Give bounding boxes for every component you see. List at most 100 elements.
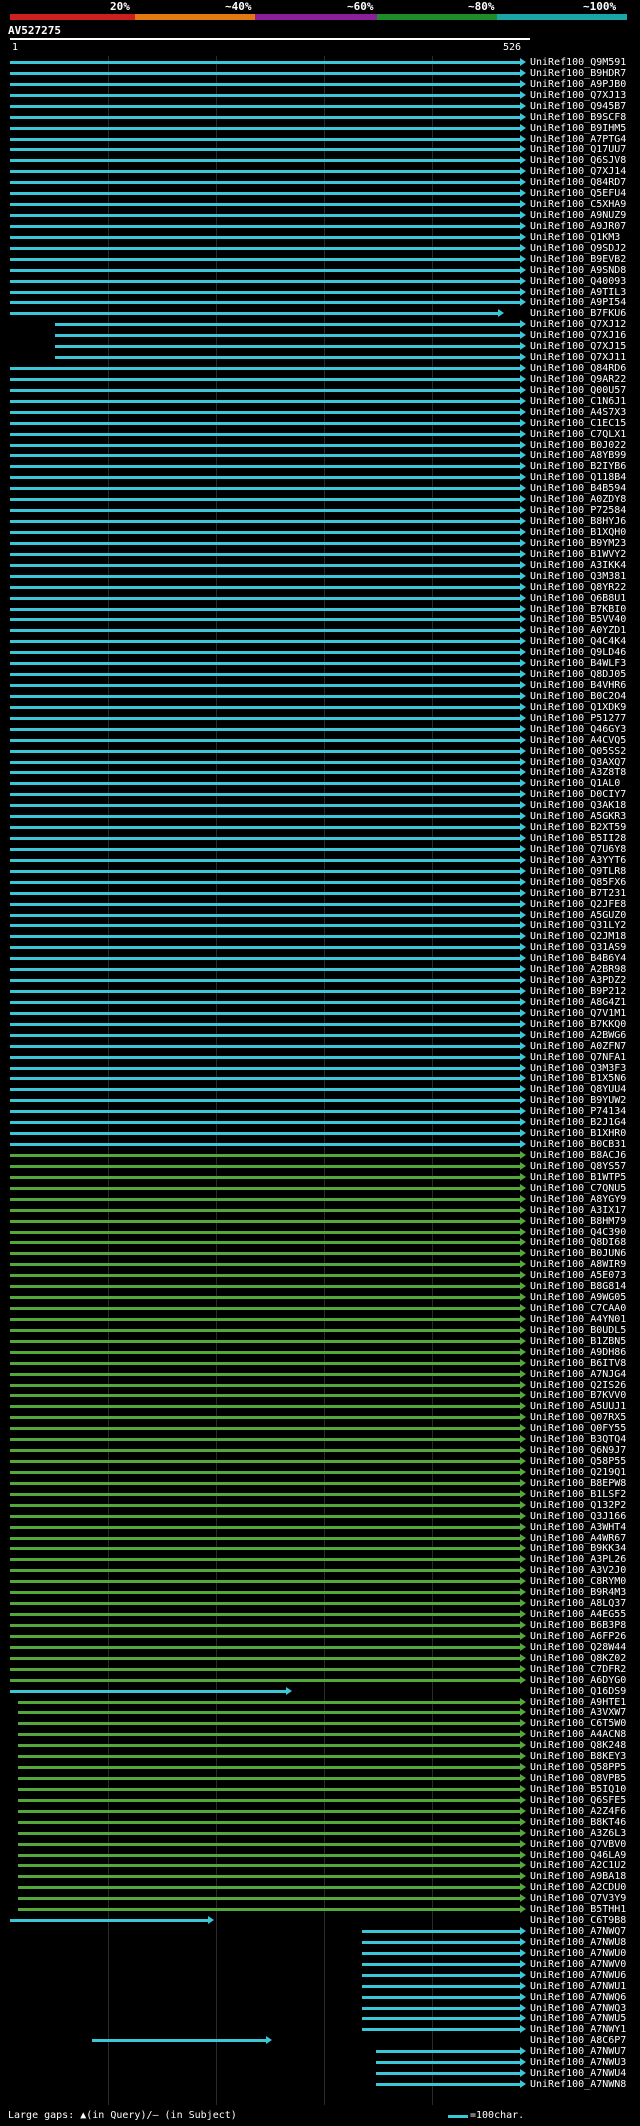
hit-label[interactable]: UniRef100_Q3M381 <box>530 571 626 582</box>
hit-label[interactable]: UniRef100_B0JUN6 <box>530 1249 626 1259</box>
hit-bar[interactable] <box>10 1263 522 1267</box>
hit-label[interactable]: UniRef100_B0C2O4 <box>530 691 626 702</box>
hit-label[interactable]: UniRef100_B5II28 <box>530 834 626 844</box>
hit-bar[interactable] <box>10 771 522 775</box>
hit-label[interactable]: UniRef100_Q8YUU4 <box>530 1085 626 1095</box>
hit-bar[interactable] <box>10 1088 522 1092</box>
hit-bar[interactable] <box>10 662 522 666</box>
hit-bar[interactable] <box>10 1602 522 1606</box>
hit-label[interactable]: UniRef100_A9HTE1 <box>530 1697 626 1708</box>
hit-label[interactable]: UniRef100_A2CDU0 <box>530 1883 626 1893</box>
hit-bar[interactable] <box>10 148 522 152</box>
hit-bar[interactable] <box>18 1853 522 1857</box>
hit-bar[interactable] <box>10 1525 522 1529</box>
hit-bar[interactable] <box>10 1361 522 1365</box>
hit-label[interactable]: UniRef100_B7T231 <box>530 888 626 899</box>
hit-label[interactable]: UniRef100_Q58PP5 <box>530 1763 626 1773</box>
hit-bar[interactable] <box>10 968 522 972</box>
hit-label[interactable]: UniRef100_B0J022 <box>530 440 626 451</box>
hit-bar[interactable] <box>18 1842 522 1846</box>
hit-bar[interactable] <box>18 1787 522 1791</box>
hit-bar[interactable] <box>10 946 522 950</box>
hit-bar[interactable] <box>10 170 522 174</box>
hit-label[interactable]: UniRef100_A8WIR9 <box>530 1260 626 1270</box>
hit-label[interactable]: UniRef100_A7NWQ3 <box>530 2003 626 2014</box>
hit-label[interactable]: UniRef100_Q7XJ14 <box>530 167 626 177</box>
hit-label[interactable]: UniRef100_Q28W44 <box>530 1642 626 1653</box>
hit-label[interactable]: UniRef100_C7CAA0 <box>530 1304 626 1314</box>
hit-bar[interactable] <box>10 1634 522 1638</box>
hit-label[interactable]: UniRef100_B5THH1 <box>530 1905 626 1915</box>
hit-label[interactable]: UniRef100_C7DFR2 <box>530 1664 626 1675</box>
hit-label[interactable]: UniRef100_Q7U6Y8 <box>530 844 626 855</box>
hit-bar[interactable] <box>10 596 522 600</box>
hit-bar[interactable] <box>10 279 522 283</box>
hit-bar[interactable] <box>10 858 522 862</box>
hit-bar[interactable] <box>10 181 522 185</box>
hit-bar[interactable] <box>10 1307 522 1311</box>
hit-label[interactable]: UniRef100_A0YZD1 <box>530 626 626 636</box>
hit-label[interactable]: UniRef100_B9IHM5 <box>530 123 626 134</box>
hit-bar[interactable] <box>10 1121 522 1125</box>
hit-label[interactable]: UniRef100_B2XT59 <box>530 823 626 833</box>
hit-label[interactable]: UniRef100_Q1KM3 <box>530 232 620 243</box>
hit-label[interactable]: UniRef100_A7NWQ6 <box>530 1992 626 2003</box>
hit-label[interactable]: UniRef100_Q3AXQ7 <box>530 757 626 768</box>
hit-label[interactable]: UniRef100_B4B594 <box>530 484 626 494</box>
hit-bar[interactable] <box>10 1252 522 1256</box>
hit-label[interactable]: UniRef100_Q7XJ12 <box>530 320 626 330</box>
hit-label[interactable]: UniRef100_B2IYB6 <box>530 462 626 472</box>
hit-label[interactable]: UniRef100_B5VV40 <box>530 615 626 625</box>
hit-bar[interactable] <box>10 574 522 578</box>
hit-bar[interactable] <box>10 410 522 414</box>
hit-bar[interactable] <box>18 1831 522 1835</box>
hit-label[interactable]: UniRef100_Q7NFA1 <box>530 1052 626 1063</box>
hit-label[interactable]: UniRef100_Q8DJ05 <box>530 670 626 680</box>
hit-bar[interactable] <box>10 1427 522 1431</box>
hit-bar[interactable] <box>10 1033 522 1037</box>
hit-bar[interactable] <box>10 1011 522 1015</box>
hit-label[interactable]: UniRef100_D0CIY7 <box>530 790 626 800</box>
hit-label[interactable]: UniRef100_Q9TLR8 <box>530 866 626 877</box>
hit-bar[interactable] <box>18 1733 522 1737</box>
hit-bar[interactable] <box>376 2061 522 2065</box>
hit-bar[interactable] <box>10 1547 522 1551</box>
hit-bar[interactable] <box>10 498 522 502</box>
hit-label[interactable]: UniRef100_A8LQ37 <box>530 1599 626 1609</box>
hit-label[interactable]: UniRef100_A5GUZ0 <box>530 910 626 921</box>
hit-bar[interactable] <box>10 979 522 983</box>
hit-label[interactable]: UniRef100_Q2JM18 <box>530 932 626 942</box>
hit-label[interactable]: UniRef100_B1WTP5 <box>530 1172 626 1183</box>
hit-label[interactable]: UniRef100_Q132P2 <box>530 1500 626 1511</box>
hit-label[interactable]: UniRef100_Q6N9J7 <box>530 1446 626 1456</box>
hit-label[interactable]: UniRef100_A0ZDY8 <box>530 495 626 505</box>
hit-label[interactable]: UniRef100_A6DYG0 <box>530 1675 626 1686</box>
hit-bar[interactable] <box>18 1711 522 1715</box>
hit-bar[interactable] <box>10 257 522 261</box>
hit-label[interactable]: UniRef100_C5XHA9 <box>530 200 626 210</box>
hit-bar[interactable] <box>10 1339 522 1343</box>
hit-bar[interactable] <box>18 1766 522 1770</box>
hit-label[interactable]: UniRef100_B1XHR0 <box>530 1129 626 1139</box>
hit-bar[interactable] <box>18 1820 522 1824</box>
hit-bar[interactable] <box>10 1241 522 1245</box>
hit-bar[interactable] <box>10 793 522 797</box>
hit-label[interactable]: UniRef100_A7NWU3 <box>530 2058 626 2068</box>
hit-bar[interactable] <box>10 1667 522 1671</box>
hit-label[interactable]: UniRef100_C7QLX1 <box>530 429 626 440</box>
hit-bar[interactable] <box>10 618 522 622</box>
hit-label[interactable]: UniRef100_Q40093 <box>530 276 626 287</box>
hit-label[interactable]: UniRef100_B8HM79 <box>530 1216 626 1227</box>
hit-bar[interactable] <box>10 1689 288 1693</box>
hit-label[interactable]: UniRef100_A8YB99 <box>530 451 626 461</box>
hit-label[interactable]: UniRef100_Q8YS57 <box>530 1161 626 1172</box>
hit-bar[interactable] <box>10 1208 522 1212</box>
hit-bar[interactable] <box>10 487 522 491</box>
hit-label[interactable]: UniRef100_B9R4M3 <box>530 1588 626 1598</box>
hit-label[interactable]: UniRef100_Q00U57 <box>530 385 626 396</box>
hit-label[interactable]: UniRef100_C8RYM0 <box>530 1577 626 1587</box>
hit-bar[interactable] <box>18 1777 522 1780</box>
hit-bar[interactable] <box>362 2028 522 2032</box>
hit-label[interactable]: UniRef100_Q17UU7 <box>530 145 626 155</box>
hit-label[interactable]: UniRef100_Q9AR22 <box>530 374 626 385</box>
